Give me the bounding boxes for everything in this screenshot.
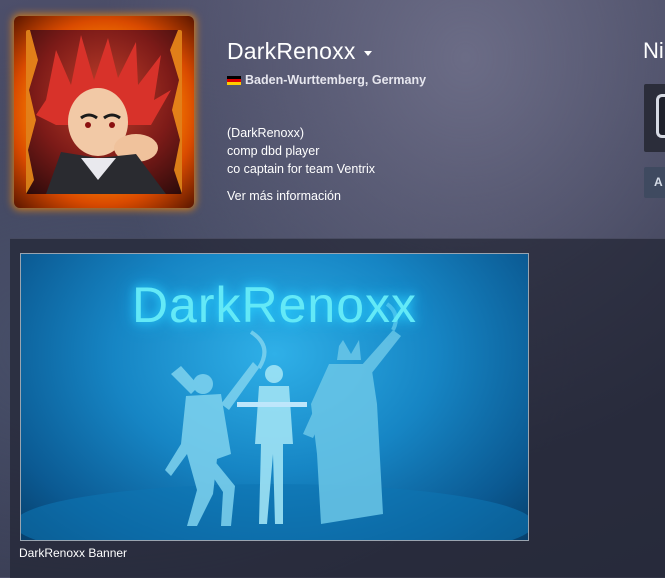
badge-icon xyxy=(656,94,665,138)
location-text: Baden-Wurttemberg, Germany xyxy=(245,73,427,87)
level-badge[interactable] xyxy=(644,84,665,152)
persona-name: DarkRenoxx xyxy=(227,38,356,64)
chevron-down-icon[interactable] xyxy=(364,51,372,56)
avatar[interactable] xyxy=(26,30,182,194)
summary-line: comp dbd player xyxy=(227,144,320,158)
avatar-frame[interactable] xyxy=(14,16,194,208)
summary-line: (DarkRenoxx) xyxy=(227,126,305,140)
germany-flag-icon xyxy=(227,75,241,85)
action-button[interactable]: A xyxy=(644,167,665,198)
profile-summary: (DarkRenoxx) comp dbd player co captain … xyxy=(227,124,375,178)
showcase-artwork[interactable]: DarkRenoxx xyxy=(20,253,529,541)
artwork-caption: DarkRenoxx Banner xyxy=(19,546,128,560)
artwork-title-text: DarkRenoxx xyxy=(131,277,418,333)
avatar-anime-character-image xyxy=(26,30,182,194)
summary-line: co captain for team Ventrix xyxy=(227,162,375,176)
artwork-showcase: DarkRenoxx DarkRenoxx Banner xyxy=(10,238,665,578)
more-info-link[interactable]: Ver más información xyxy=(227,189,341,203)
location: Baden-Wurttemberg, Germany xyxy=(227,72,426,88)
level-label: Ni xyxy=(643,38,664,63)
